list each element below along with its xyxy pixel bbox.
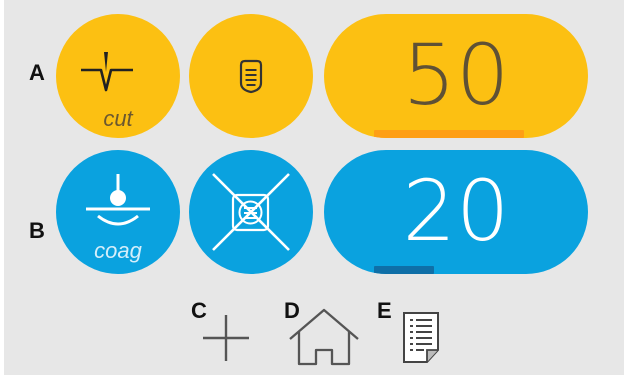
add-button[interactable] (200, 312, 252, 369)
disabled-crossed-icon (212, 173, 290, 251)
cut-blend-button[interactable] (189, 14, 313, 138)
coag-power-level-bar (374, 266, 434, 274)
plus-icon (203, 315, 249, 361)
home-button[interactable] (287, 306, 361, 373)
cut-power-display[interactable]: 50 (324, 14, 588, 138)
row-b-label: B (29, 218, 45, 243)
home-icon (289, 308, 359, 366)
coag-mode-label: coag (94, 238, 142, 263)
coag-mode-button[interactable]: coag (56, 150, 180, 274)
coag-disabled-button[interactable] (189, 150, 313, 274)
cut-mode-button[interactable]: cut (56, 14, 180, 138)
cut-power-value: 50 (402, 26, 510, 124)
coag-power-display[interactable]: 20 (324, 150, 588, 274)
notes-button[interactable] (401, 310, 447, 371)
coag-power-value: 20 (402, 162, 510, 260)
device-panel: A cut 50 B coag 20 C D E (0, 0, 628, 375)
blend-list-icon (239, 59, 263, 94)
cut-power-level-bar (374, 130, 524, 138)
notes-document-icon (403, 312, 439, 363)
cut-mode-label: cut (103, 106, 133, 131)
row-a-label: A (29, 60, 45, 85)
control-e-label: E (377, 298, 392, 323)
